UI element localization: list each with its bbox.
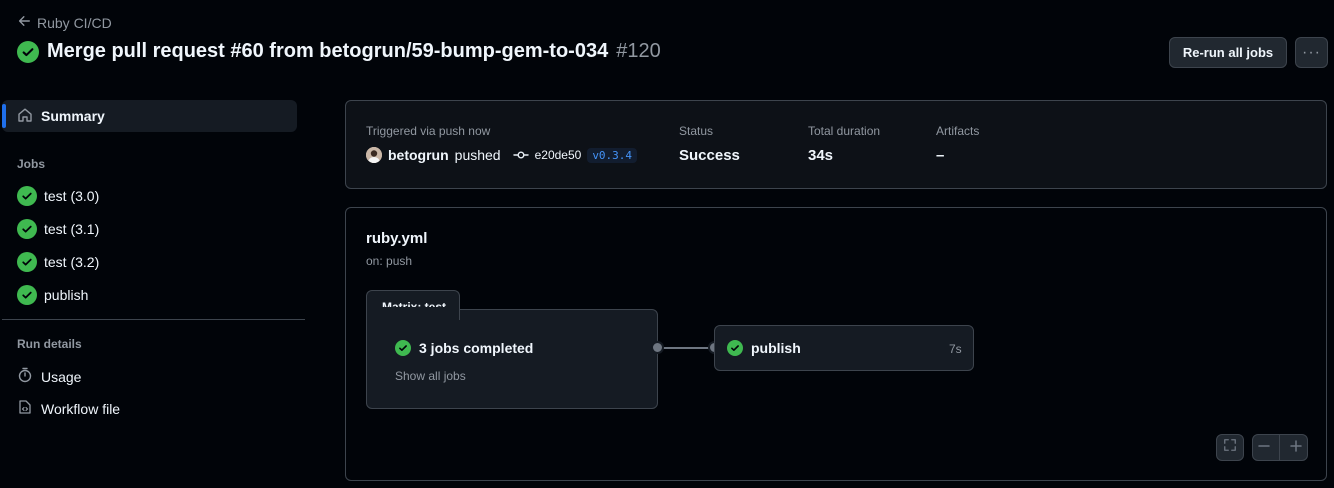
success-check-icon xyxy=(17,186,37,206)
zoom-divider xyxy=(1279,435,1281,460)
jobs-heading: Jobs xyxy=(17,157,46,171)
sidebar-item-label: Workflow file xyxy=(41,400,121,417)
show-all-jobs-link[interactable]: Show all jobs xyxy=(395,369,466,383)
zoom-in-button[interactable] xyxy=(1290,439,1302,457)
artifacts-value: – xyxy=(936,147,945,164)
home-icon xyxy=(17,107,33,126)
arrow-left-icon xyxy=(17,14,31,31)
back-link[interactable]: Ruby CI/CD xyxy=(17,14,112,31)
publish-job-label: publish xyxy=(751,340,801,356)
sidebar-job-item[interactable]: test (3.2) xyxy=(17,252,99,272)
run-details-heading: Run details xyxy=(17,337,82,351)
active-indicator xyxy=(2,104,6,128)
sidebar-item-usage[interactable]: Usage xyxy=(17,367,81,386)
zoom-controls xyxy=(1252,434,1308,461)
git-commit-icon xyxy=(512,149,529,161)
success-check-icon xyxy=(17,40,39,63)
artifacts-label: Artifacts xyxy=(936,124,980,138)
publish-job-duration: 7s xyxy=(949,342,962,356)
more-options-button[interactable]: ··· xyxy=(1295,37,1328,68)
success-check-icon xyxy=(17,219,37,239)
success-check-icon xyxy=(727,340,743,356)
minus-icon xyxy=(1258,444,1270,447)
sidebar-divider xyxy=(2,319,305,320)
success-check-icon xyxy=(17,285,37,305)
run-summary-card xyxy=(345,100,1327,189)
stopwatch-icon xyxy=(17,367,33,386)
zoom-out-button[interactable] xyxy=(1258,439,1270,457)
back-link-label: Ruby CI/CD xyxy=(37,14,112,31)
rerun-all-jobs-button[interactable]: Re-run all jobs xyxy=(1169,37,1287,68)
duration-label: Total duration xyxy=(808,124,881,138)
page-title: Merge pull request #60 from betogrun/59-… xyxy=(47,40,609,62)
file-code-icon xyxy=(17,399,33,418)
matrix-status-row[interactable]: 3 jobs completed xyxy=(395,340,533,356)
run-number: #120 xyxy=(616,40,661,62)
matrix-status-text: 3 jobs completed xyxy=(419,340,534,356)
tag-link[interactable]: v0.3.4 xyxy=(587,147,638,163)
status-value: Success xyxy=(679,147,740,164)
job-label: test (3.2) xyxy=(44,254,100,270)
plus-icon xyxy=(1290,439,1302,452)
trigger-details: betogrun pushed e20de50 v0.3.4 xyxy=(366,147,638,163)
sidebar-item-label: Summary xyxy=(41,108,105,124)
matrix-job-group xyxy=(366,309,658,409)
job-label: test (3.1) xyxy=(44,221,100,237)
status-label: Status xyxy=(679,124,714,138)
success-check-icon xyxy=(395,340,411,356)
sidebar-item-workflow-file[interactable]: Workflow file xyxy=(17,399,120,418)
connector-dot-out xyxy=(651,341,664,354)
sidebar-item-label: Usage xyxy=(41,368,82,385)
duration-value: 34s xyxy=(808,147,834,164)
screen-full-icon xyxy=(1223,438,1237,457)
workflow-file-name[interactable]: ruby.yml xyxy=(366,230,427,247)
success-check-icon xyxy=(17,252,37,272)
job-label: test (3.0) xyxy=(44,188,100,204)
publish-job-row: publish xyxy=(727,340,801,356)
job-connector-line xyxy=(658,347,714,349)
trigger-label: Triggered via push now xyxy=(366,124,491,138)
matrix-tab-joint xyxy=(367,307,459,311)
action-text: pushed xyxy=(454,147,501,163)
workflow-event: on: push xyxy=(366,254,413,268)
commit-link[interactable]: e20de50 xyxy=(535,148,582,162)
sidebar-job-item[interactable]: test (3.1) xyxy=(17,219,99,239)
job-label: publish xyxy=(44,287,89,303)
avatar xyxy=(366,147,382,163)
kebab-horizontal-icon: ··· xyxy=(1302,43,1321,61)
actor-link[interactable]: betogrun xyxy=(388,147,449,163)
sidebar-job-item[interactable]: publish xyxy=(17,285,88,305)
sidebar-job-item[interactable]: test (3.0) xyxy=(17,186,99,206)
matrix-tab: Matrix: test xyxy=(366,290,460,320)
sidebar-item-summary[interactable]: Summary xyxy=(2,100,297,132)
page-title-row: Merge pull request #60 from betogrun/59-… xyxy=(17,40,661,63)
fullscreen-button[interactable] xyxy=(1216,434,1244,461)
